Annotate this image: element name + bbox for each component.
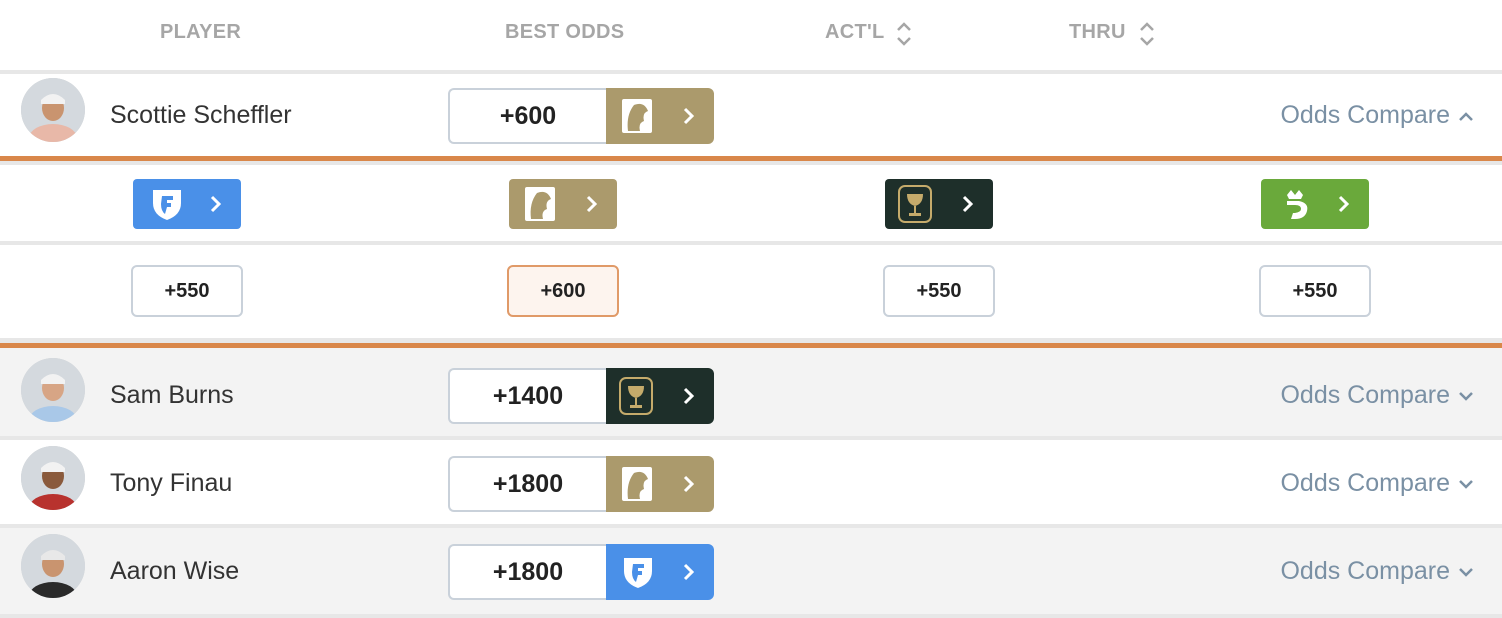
player-name[interactable]: Sam Burns <box>110 381 234 410</box>
compare-odds-value[interactable]: +550 <box>883 265 995 317</box>
chevron-down-icon <box>1459 480 1473 490</box>
best-odds-value[interactable]: +1400 <box>448 368 606 424</box>
divider <box>0 614 1502 618</box>
fanduel-shield-icon <box>624 558 652 588</box>
header-actual[interactable]: ACT'L <box>825 21 885 44</box>
player-row[interactable]: Tony Finau +1800 Odds Compare <box>0 440 1502 524</box>
best-odds-value[interactable]: +1800 <box>448 456 606 512</box>
betmgm-button[interactable] <box>606 456 714 512</box>
avatar <box>21 534 85 598</box>
sort-icon[interactable] <box>1139 20 1155 48</box>
table-header: PLAYER BEST ODDS ACT'L THRU <box>0 0 1502 70</box>
avatar <box>21 358 85 422</box>
caesars-chalice-icon <box>898 185 932 223</box>
player-name[interactable]: Scottie Scheffler <box>110 101 292 130</box>
betmgm-button[interactable] <box>509 179 617 229</box>
betmgm-lion-icon <box>622 467 652 501</box>
odds-compare-toggle[interactable]: Odds Compare <box>1280 469 1474 498</box>
odds-compare-toggle[interactable]: Odds Compare <box>1280 557 1474 586</box>
betmgm-lion-icon <box>622 99 652 133</box>
chevron-down-icon <box>1459 392 1473 402</box>
player-row[interactable]: Sam Burns +1400 Odds Compare <box>0 348 1502 436</box>
chevron-right-icon <box>683 107 694 125</box>
compare-odds-value-best[interactable]: +600 <box>507 265 619 317</box>
fanduel-shield-icon <box>153 190 181 220</box>
player-name[interactable]: Aaron Wise <box>110 557 239 586</box>
best-odds-value[interactable]: +600 <box>448 88 606 144</box>
header-best-odds: BEST ODDS <box>505 21 625 43</box>
odds-compare-label: Odds Compare <box>1280 469 1450 497</box>
best-odds-value[interactable]: +1800 <box>448 544 606 600</box>
draftkings-crown-icon <box>1287 190 1308 219</box>
chevron-right-icon <box>210 195 221 213</box>
betmgm-lion-icon <box>525 187 555 221</box>
chevron-right-icon <box>683 475 694 493</box>
avatar <box>21 78 85 142</box>
caesars-button[interactable] <box>885 179 993 229</box>
header-thru[interactable]: THRU <box>1069 21 1126 44</box>
odds-compare-label: Odds Compare <box>1280 101 1450 129</box>
fanduel-button[interactable] <box>606 544 714 600</box>
chevron-up-icon <box>1459 112 1473 122</box>
odds-compare-label: Odds Compare <box>1280 381 1450 409</box>
odds-compare-label: Odds Compare <box>1280 557 1450 585</box>
player-name[interactable]: Tony Finau <box>110 469 232 498</box>
chevron-right-icon <box>962 195 973 213</box>
player-row[interactable]: Aaron Wise +1800 Odds Compare <box>0 528 1502 614</box>
chevron-down-icon <box>1459 568 1473 578</box>
caesars-chalice-icon <box>619 377 653 415</box>
player-row[interactable]: Scottie Scheffler +600 Odds Compare <box>0 74 1502 156</box>
fanduel-button[interactable] <box>133 179 241 229</box>
header-player: PLAYER <box>160 21 242 43</box>
odds-compare-toggle[interactable]: Odds Compare <box>1280 101 1474 130</box>
betmgm-button[interactable] <box>606 88 714 144</box>
odds-compare-toggle[interactable]: Odds Compare <box>1280 381 1474 410</box>
divider <box>0 241 1502 245</box>
chevron-right-icon <box>683 563 694 581</box>
draftkings-button[interactable] <box>1261 179 1369 229</box>
chevron-right-icon <box>683 387 694 405</box>
compare-odds-value[interactable]: +550 <box>1259 265 1371 317</box>
avatar <box>21 446 85 510</box>
compare-odds-value[interactable]: +550 <box>131 265 243 317</box>
caesars-button[interactable] <box>606 368 714 424</box>
chevron-right-icon <box>586 195 597 213</box>
sort-icon[interactable] <box>896 20 912 48</box>
chevron-right-icon <box>1338 195 1349 213</box>
